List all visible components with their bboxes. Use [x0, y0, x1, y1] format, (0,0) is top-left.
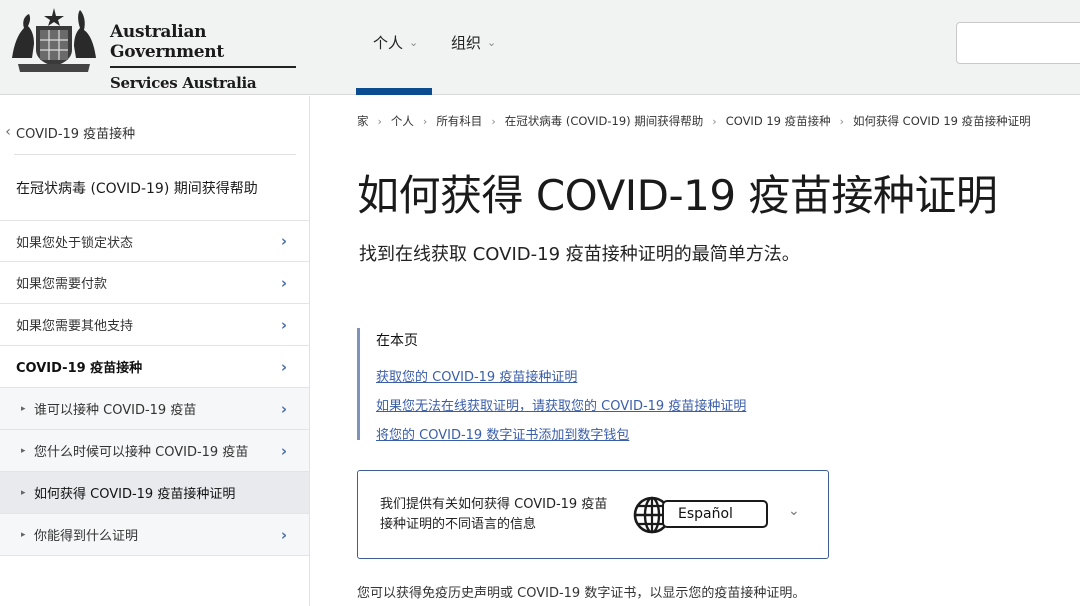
sidebar-item-label: 如果您需要其他支持: [16, 319, 134, 334]
chevron-right-icon: ›: [839, 114, 845, 128]
chevron-right-icon: ›: [491, 114, 496, 128]
brand-divider: [110, 66, 296, 68]
breadcrumb-individuals[interactable]: 个人: [391, 113, 414, 129]
site-header: Australian Government Services Australia…: [0, 0, 1080, 95]
breadcrumb: 家 › 个人 › 所有科目 › 在冠状病毒 (COVID-19) 期间获得帮助 …: [357, 113, 1031, 129]
chevron-right-icon: ›: [422, 114, 428, 128]
chevron-down-icon: ⌄: [409, 36, 419, 49]
sidebar-item-label: 您什么时候可以接种 COVID-19 疫苗: [34, 445, 249, 460]
chevron-right-icon: ›: [280, 273, 287, 292]
toc-link-get-proof[interactable]: 获取您的 COVID-19 疫苗接种证明: [376, 366, 746, 385]
chevron-down-icon[interactable]: ⌄: [788, 503, 800, 519]
sidebar-item-label: 如果您处于锁定状态: [16, 235, 134, 251]
sidebar-item-other-support[interactable]: 如果您需要其他支持 ›: [0, 304, 309, 346]
language-info-box: 我们提供有关如何获得 COVID-19 疫苗接种证明的不同语言的信息 Españ…: [357, 470, 829, 559]
sidebar-item-label: 谁可以接种 COVID-19 疫苗: [34, 403, 197, 418]
breadcrumb-home[interactable]: 家: [357, 113, 369, 129]
language-select[interactable]: Español: [662, 500, 768, 528]
toc-link-offline-proof[interactable]: 如果您无法在线获取证明，请获取您的 COVID-19 疫苗接种证明: [376, 395, 746, 414]
brand-line-2: Services Australia: [110, 74, 257, 92]
sidebar-item-label: 如何获得 COVID-19 疫苗接种证明: [34, 487, 236, 502]
chevron-right-icon: ›: [712, 114, 717, 128]
chevron-down-icon: ⌄: [487, 36, 497, 49]
chevron-left-icon: ‹: [5, 124, 11, 140]
on-this-page-title: 在本页: [376, 333, 418, 349]
nav-active-indicator: [356, 88, 432, 95]
brand-line-1: Australian Government: [110, 22, 224, 62]
breadcrumb-all-subjects[interactable]: 所有科目: [436, 113, 482, 129]
site-logo[interactable]: Australian Government Services Australia: [4, 4, 304, 92]
bullet-right-icon: ▸: [21, 529, 26, 540]
bullet-right-icon: ▸: [21, 445, 26, 456]
sidebar-item-label: 你能得到什么证明: [34, 529, 139, 544]
bullet-right-icon: ▸: [21, 403, 26, 414]
breadcrumb-covid-help[interactable]: 在冠状病毒 (COVID-19) 期间获得帮助: [505, 113, 704, 129]
sidebar-list: 如果您处于锁定状态 › 如果您需要付款 › 如果您需要其他支持 › COVID-…: [0, 220, 309, 556]
sidebar-item-when-can-get[interactable]: ▸ 您什么时候可以接种 COVID-19 疫苗 ›: [0, 430, 309, 472]
nav-item-organisations[interactable]: 组织 ⌄: [451, 32, 496, 53]
page-intro: 找到在线获取 COVID-19 疫苗接种证明的最简单方法。: [359, 244, 800, 265]
chevron-right-icon: ›: [280, 357, 287, 376]
sidebar-item-how-to-get-proof[interactable]: ▸ 如何获得 COVID-19 疫苗接种证明: [0, 472, 309, 514]
bullet-right-icon: ▸: [21, 487, 26, 498]
sidebar-nav: ‹ COVID-19 疫苗接种 在冠状病毒 (COVID-19) 期间获得帮助 …: [0, 96, 310, 606]
breadcrumb-covid-vaccine[interactable]: COVID 19 疫苗接种: [726, 113, 831, 129]
sidebar-item-label: 如果您需要付款: [16, 277, 108, 292]
chevron-right-icon: ›: [280, 399, 287, 418]
coat-of-arms-icon: [12, 8, 96, 72]
sidebar-divider: [14, 154, 296, 155]
sidebar-back-link[interactable]: ‹ COVID-19 疫苗接种: [0, 114, 135, 150]
search-input[interactable]: [956, 22, 1080, 64]
breadcrumb-current-page: 如何获得 COVID 19 疫苗接种证明: [853, 114, 1031, 128]
nav-item-label: 个人: [373, 34, 404, 52]
chevron-right-icon: ›: [280, 315, 287, 334]
chevron-right-icon: ›: [377, 114, 382, 128]
toc-link-digital-wallet[interactable]: 将您的 COVID-19 数字证书添加到数字钱包: [376, 424, 746, 443]
brand-wordmark: Australian Government Services Australia: [110, 22, 304, 92]
nav-item-label: 组织: [451, 34, 482, 52]
sidebar-section-title[interactable]: 在冠状病毒 (COVID-19) 期间获得帮助: [16, 178, 258, 198]
sidebar-item-payment[interactable]: 如果您需要付款 ›: [0, 262, 309, 304]
body-paragraph: 您可以获得免疫历史声明或 COVID-19 数字证书，以显示您的疫苗接种证明。: [357, 586, 806, 601]
sidebar-item-what-proof[interactable]: ▸ 你能得到什么证明 ›: [0, 514, 309, 556]
sidebar-item-lockdown[interactable]: 如果您处于锁定状态 ›: [0, 220, 309, 262]
language-info-text: 我们提供有关如何获得 COVID-19 疫苗接种证明的不同语言的信息: [380, 497, 608, 532]
chevron-right-icon: ›: [280, 441, 287, 460]
page-title: 如何获得 COVID-19 疫苗接种证明: [357, 171, 998, 220]
chevron-right-icon: ›: [280, 232, 287, 250]
on-this-page: 在本页 获取您的 COVID-19 疫苗接种证明 如果您无法在线获取证明，请获取…: [357, 328, 746, 443]
language-select-value: Español: [678, 506, 733, 522]
sidebar-back-label: COVID-19 疫苗接种: [16, 126, 136, 142]
sidebar-item-who-can-get[interactable]: ▸ 谁可以接种 COVID-19 疫苗 ›: [0, 388, 309, 430]
nav-item-individuals[interactable]: 个人 ⌄: [373, 32, 418, 53]
sidebar-item-covid-vaccine[interactable]: COVID-19 疫苗接种 ›: [0, 346, 309, 388]
sidebar-item-label: COVID-19 疫苗接种: [16, 361, 143, 376]
chevron-right-icon: ›: [280, 525, 287, 544]
